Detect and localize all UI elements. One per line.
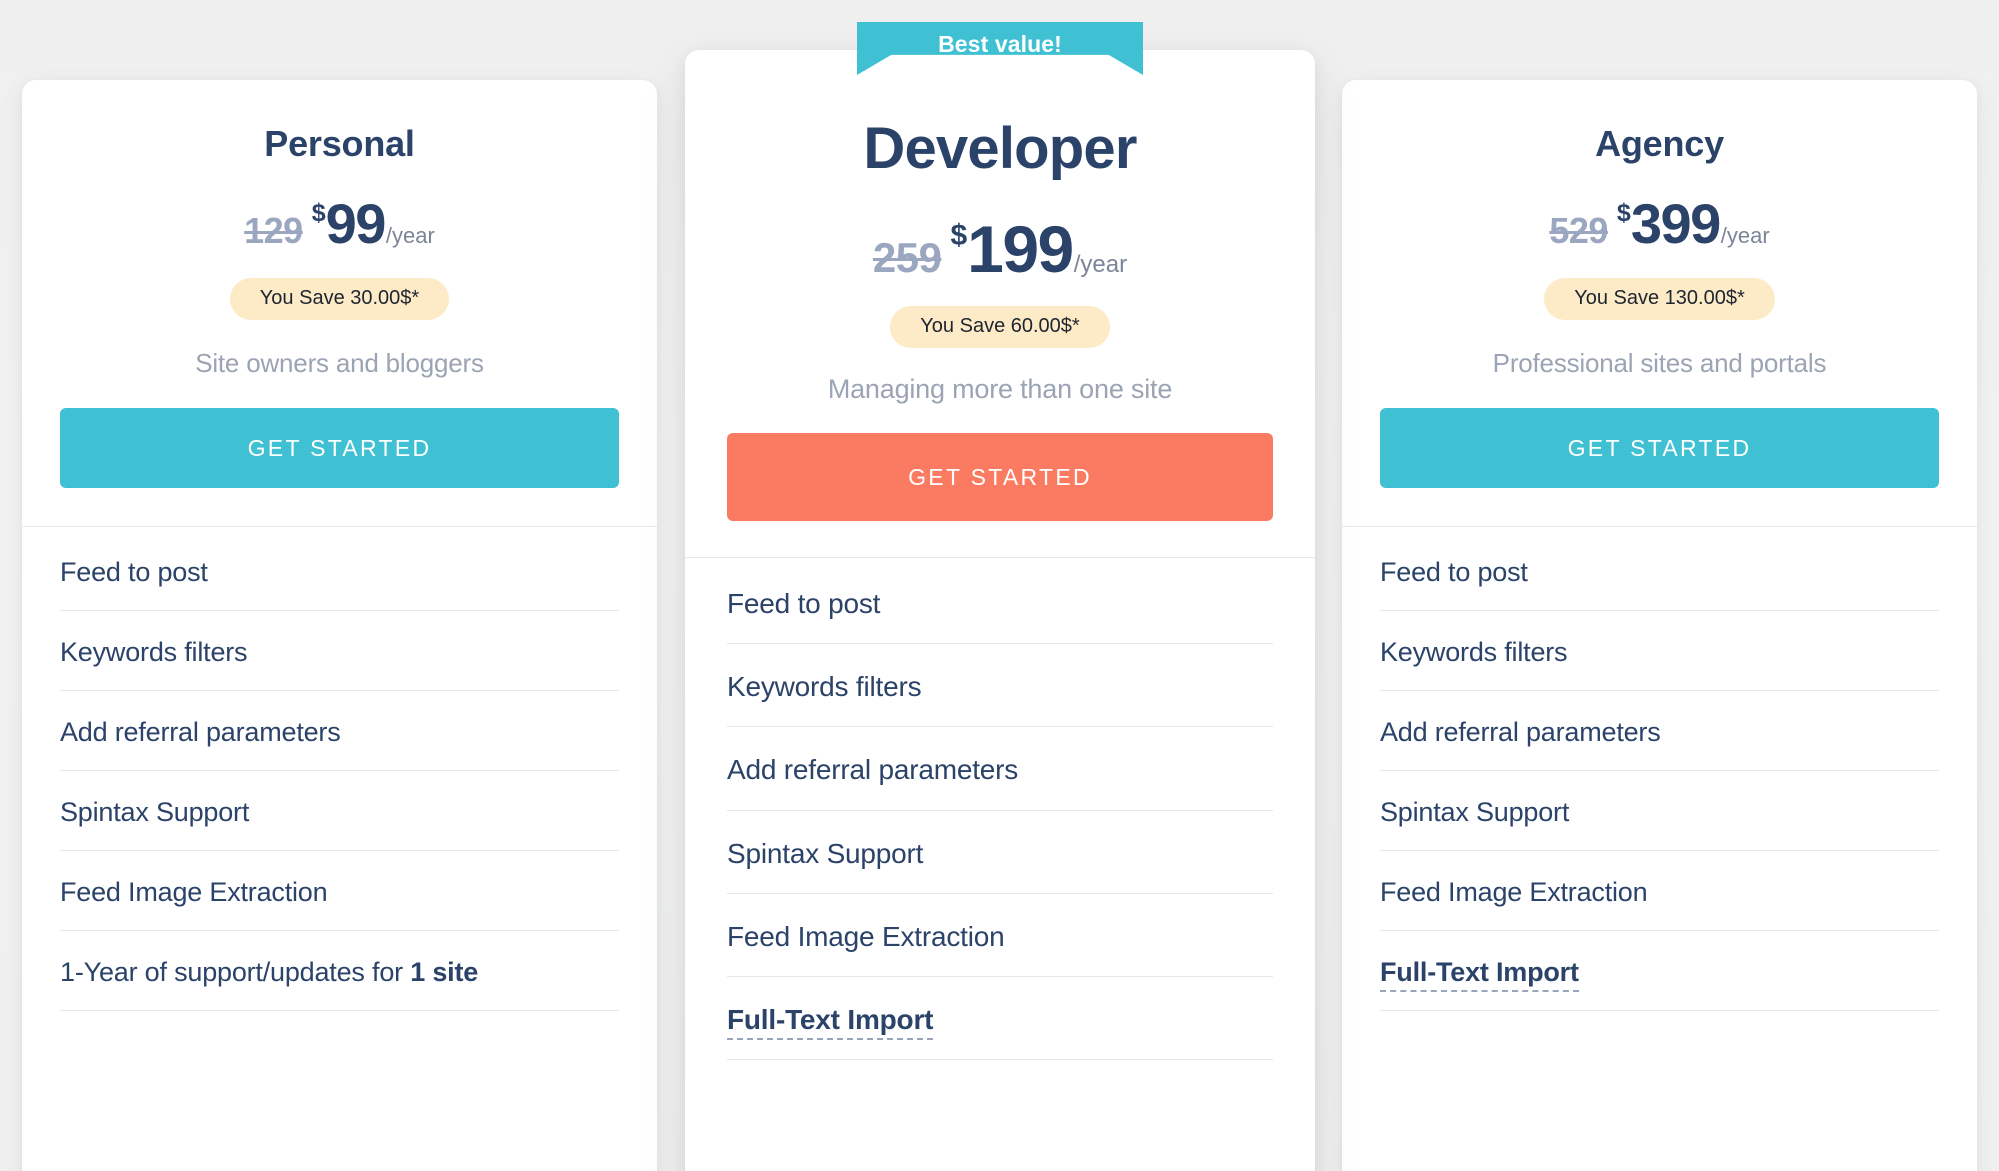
save-badge-personal: You Save 30.00$* (229, 278, 450, 320)
price-row-personal: 129 $ 99 /year (22, 196, 657, 252)
plan-name-agency: Agency (1595, 123, 1724, 164)
feature-item-emphasis: 1 site (410, 957, 479, 988)
feature-list-personal: Feed to post Keywords filters Add referral… (22, 526, 657, 1012)
plan-tagline-personal: Site owners and bloggers (195, 348, 484, 378)
price-row-developer: 259 $ 199 /year (685, 216, 1315, 282)
currency-symbol-developer: $ (950, 219, 968, 252)
cta-wrapper-developer: GET STARTED (685, 433, 1315, 521)
price-row-agency: 529 $ 399 /year (1342, 196, 1977, 252)
feature-item-tooltip-label[interactable]: Full-Text Import (727, 1003, 933, 1040)
save-badge-developer: You Save 60.00$* (890, 306, 1110, 348)
save-badge-agency: You Save 130.00$* (1544, 278, 1775, 320)
card-header-developer: Developer 259 $ 199 /year You Save 60.00… (685, 50, 1315, 403)
plan-tagline-agency: Professional sites and portals (1492, 348, 1827, 378)
feature-item: Feed Image Extraction (727, 894, 1273, 977)
cta-wrapper-agency: GET STARTED (1342, 408, 1977, 488)
price-amount-agency: 399 (1630, 192, 1721, 255)
feature-item: Full-Text Import (727, 977, 1273, 1061)
feature-item-tooltip-label[interactable]: Full-Text Import (1380, 957, 1579, 993)
feature-item: Feed to post (60, 527, 619, 612)
feature-list-agency: Feed to post Keywords filters Add referral… (1342, 526, 1977, 1012)
plan-name-developer: Developer (863, 116, 1137, 181)
get-started-button-agency[interactable]: GET STARTED (1380, 408, 1939, 488)
feature-item: Full-Text Import (1380, 931, 1939, 1012)
old-price-agency: 529 (1549, 210, 1608, 251)
best-value-ribbon-label: Best value! (938, 31, 1062, 57)
feature-item: Keywords filters (727, 644, 1273, 728)
best-value-ribbon: Best value! (857, 22, 1143, 75)
feature-item: Add referral parameters (60, 691, 619, 772)
feature-item: Feed to post (727, 558, 1273, 645)
old-price-personal: 129 (244, 210, 303, 251)
get-started-button-personal[interactable]: GET STARTED (60, 408, 619, 488)
cta-wrapper-personal: GET STARTED (22, 408, 657, 488)
feature-item: Spintax Support (727, 811, 1273, 894)
feature-item: Keywords filters (1380, 611, 1939, 692)
feature-item: Keywords filters (60, 611, 619, 692)
currency-symbol-personal: $ (311, 199, 326, 227)
pricing-card-agency[interactable]: Agency 529 $ 399 /year You Save 130.00$*… (1342, 80, 1977, 1171)
pricing-table: Personal 129 $ 99 /year You Save 30.00$*… (0, 0, 1999, 1171)
feature-item: Spintax Support (60, 771, 619, 852)
card-header-agency: Agency 529 $ 399 /year You Save 130.00$*… (1342, 80, 1977, 378)
card-header-personal: Personal 129 $ 99 /year You Save 30.00$*… (22, 80, 657, 378)
price-amount-developer: 199 (967, 212, 1074, 286)
billing-period-agency: /year (1720, 223, 1770, 248)
old-price-developer: 259 (872, 234, 942, 281)
pricing-card-personal[interactable]: Personal 129 $ 99 /year You Save 30.00$*… (22, 80, 657, 1171)
currency-symbol-agency: $ (1616, 199, 1631, 227)
feature-item: Feed to post (1380, 527, 1939, 612)
plan-name-personal: Personal (264, 123, 415, 164)
feature-list-developer: Feed to post Keywords filters Add referral… (685, 557, 1315, 1061)
plan-tagline-developer: Managing more than one site (827, 374, 1173, 404)
get-started-button-developer[interactable]: GET STARTED (727, 433, 1273, 521)
billing-period-personal: /year (385, 223, 435, 248)
feature-item: Spintax Support (1380, 771, 1939, 852)
feature-item: Feed Image Extraction (60, 851, 619, 932)
feature-item: 1-Year of support/updates for 1 site (60, 931, 619, 1012)
feature-item: Feed Image Extraction (1380, 851, 1939, 932)
pricing-card-developer[interactable]: Best value! Developer 259 $ 199 /year Yo… (685, 22, 1315, 1171)
billing-period-developer: /year (1073, 251, 1128, 278)
price-amount-personal: 99 (325, 192, 387, 255)
feature-item: Add referral parameters (727, 727, 1273, 811)
feature-item: Add referral parameters (1380, 691, 1939, 772)
